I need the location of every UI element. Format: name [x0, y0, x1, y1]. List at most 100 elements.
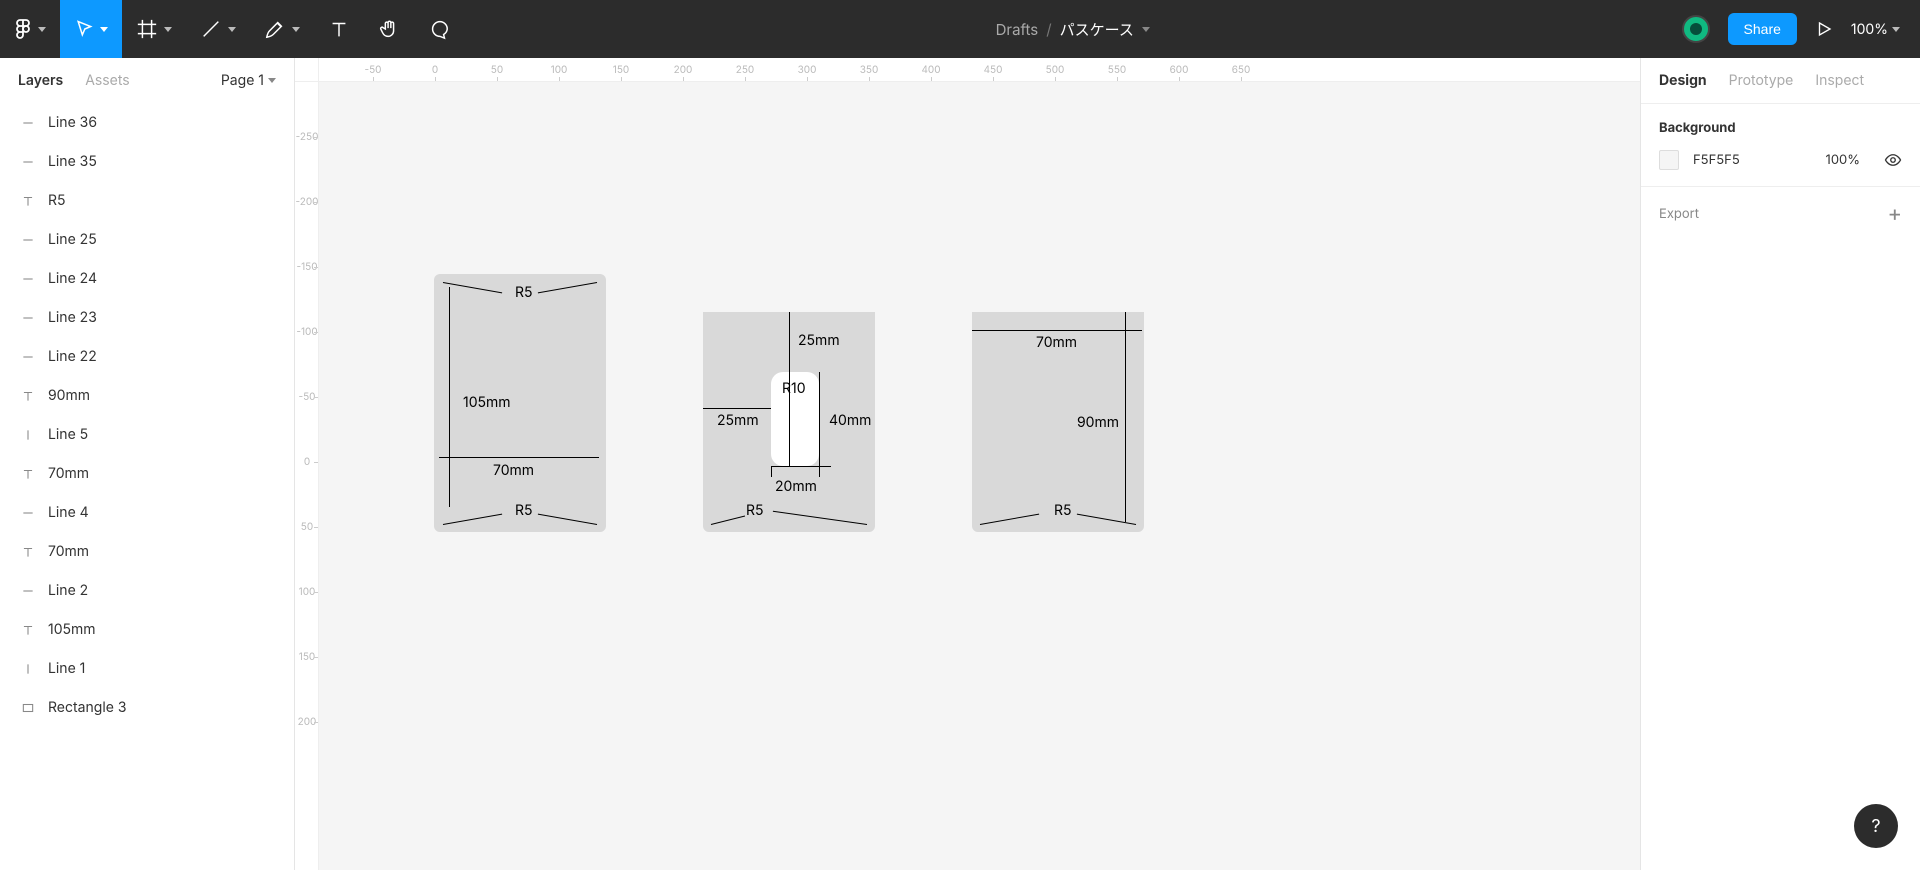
- hand-tool-button[interactable]: [364, 0, 414, 58]
- add-export-button[interactable]: +: [1887, 203, 1902, 225]
- layer-row[interactable]: Line 2: [0, 571, 294, 610]
- shape-tool-button[interactable]: [186, 0, 250, 58]
- layer-row[interactable]: Line 4: [0, 493, 294, 532]
- frame-icon: [136, 18, 158, 40]
- canvas[interactable]: 105mm 70mm R5 R5 25mm R10 25mm 40mm 20mm: [319, 82, 1640, 870]
- file-name: パスケース: [1060, 19, 1134, 40]
- layer-row[interactable]: Line 35: [0, 142, 294, 181]
- layer-row[interactable]: Line 1: [0, 649, 294, 688]
- background-hex[interactable]: F5F5F5: [1693, 152, 1740, 168]
- help-button[interactable]: ?: [1854, 804, 1898, 848]
- layer-row[interactable]: 70mm: [0, 532, 294, 571]
- ruler-tick: 100: [539, 64, 579, 76]
- layer-name: Line 36: [48, 114, 97, 131]
- breadcrumb-separator: /: [1046, 20, 1051, 39]
- layer-type-icon: [18, 662, 38, 676]
- layer-row[interactable]: Line 22: [0, 337, 294, 376]
- canvas-area[interactable]: -500501001502002503003504004505005506006…: [295, 58, 1640, 870]
- layer-type-icon: [18, 116, 38, 130]
- dim-line: [771, 467, 772, 477]
- avatar[interactable]: [1682, 15, 1710, 43]
- cursor-icon: [74, 19, 94, 39]
- layer-row[interactable]: 70mm: [0, 454, 294, 493]
- pen-icon: [264, 18, 286, 40]
- export-title: Export: [1659, 206, 1699, 222]
- background-title: Background: [1659, 120, 1902, 136]
- layer-name: Line 1: [48, 660, 85, 677]
- chevron-down-icon: [292, 27, 300, 32]
- layer-row[interactable]: Line 24: [0, 259, 294, 298]
- radius-label: R5: [511, 502, 537, 519]
- layer-row[interactable]: R5: [0, 181, 294, 220]
- top-toolbar: Drafts / パスケース Share 100%: [0, 0, 1920, 58]
- layer-name: Line 22: [48, 348, 97, 365]
- layer-name: Line 25: [48, 231, 97, 248]
- pen-tool-button[interactable]: [250, 0, 314, 58]
- visibility-icon[interactable]: [1884, 151, 1902, 169]
- tab-prototype[interactable]: Prototype: [1729, 72, 1794, 89]
- tab-assets[interactable]: Assets: [85, 72, 129, 89]
- layer-name: 105mm: [48, 621, 96, 638]
- dim-line: [819, 467, 820, 477]
- dim-label: 105mm: [459, 394, 515, 411]
- move-tool-button[interactable]: [60, 0, 122, 58]
- zoom-value: 100%: [1851, 21, 1888, 38]
- dim-label: 25mm: [794, 332, 844, 349]
- ruler-tick: -50: [353, 64, 393, 76]
- layer-type-icon: [18, 428, 38, 442]
- ruler-tick: 500: [1035, 64, 1075, 76]
- ruler-tick: 600: [1159, 64, 1199, 76]
- tab-layers[interactable]: Layers: [18, 72, 63, 89]
- tab-design[interactable]: Design: [1659, 72, 1707, 89]
- layer-type-icon: [18, 701, 38, 715]
- layer-row[interactable]: Rectangle 3: [0, 688, 294, 727]
- present-button[interactable]: [1815, 0, 1833, 58]
- layer-name: Rectangle 3: [48, 699, 126, 716]
- layer-name: 70mm: [48, 465, 89, 482]
- layer-type-icon: [18, 233, 38, 247]
- comment-tool-button[interactable]: [414, 0, 464, 58]
- layer-type-icon: [18, 155, 38, 169]
- layer-row[interactable]: Line 23: [0, 298, 294, 337]
- chevron-down-icon: [1892, 27, 1900, 32]
- layer-row[interactable]: 105mm: [0, 610, 294, 649]
- layer-type-icon: [18, 467, 38, 481]
- layer-name: Line 5: [48, 426, 88, 443]
- layer-row[interactable]: 90mm: [0, 376, 294, 415]
- left-panel: Layers Assets Page 1 Line 36 Line 35R5 Lin…: [0, 58, 295, 870]
- vertical-ruler: -250-200-150-100-50050100150200: [295, 82, 319, 870]
- ruler-tick: 0: [415, 64, 455, 76]
- layer-type-icon: [18, 584, 38, 598]
- ruler-tick: 450: [973, 64, 1013, 76]
- dim-line: [819, 372, 820, 467]
- chevron-down-icon: [1142, 27, 1150, 32]
- layer-name: Line 4: [48, 504, 89, 521]
- frame-tool-button[interactable]: [122, 0, 186, 58]
- dim-line: [1125, 312, 1126, 522]
- zoom-dropdown[interactable]: 100%: [1851, 21, 1900, 38]
- help-icon: ?: [1871, 816, 1880, 837]
- dim-label: 70mm: [489, 462, 538, 479]
- background-opacity[interactable]: 100%: [1826, 152, 1860, 168]
- page-selector[interactable]: Page 1: [221, 72, 276, 89]
- layer-row[interactable]: Line 36: [0, 103, 294, 142]
- layer-type-icon: [18, 350, 38, 364]
- background-swatch[interactable]: [1659, 150, 1679, 170]
- ruler-tick: 400: [911, 64, 951, 76]
- main-menu-button[interactable]: [0, 0, 60, 58]
- layer-type-icon: [18, 623, 38, 637]
- ruler-tick: 550: [1097, 64, 1137, 76]
- share-button[interactable]: Share: [1728, 13, 1797, 45]
- dim-label: 90mm: [1073, 414, 1123, 431]
- layer-name: Line 23: [48, 309, 97, 326]
- text-tool-button[interactable]: [314, 0, 364, 58]
- radius-label: R10: [778, 380, 810, 397]
- file-breadcrumb[interactable]: Drafts / パスケース: [464, 19, 1682, 40]
- horizontal-ruler: -500501001502002503003504004505005506006…: [319, 58, 1640, 82]
- tab-inspect[interactable]: Inspect: [1815, 72, 1864, 89]
- layer-type-icon: [18, 506, 38, 520]
- figma-logo-icon: [14, 17, 32, 41]
- layer-name: Line 2: [48, 582, 88, 599]
- layer-row[interactable]: Line 25: [0, 220, 294, 259]
- layer-row[interactable]: Line 5: [0, 415, 294, 454]
